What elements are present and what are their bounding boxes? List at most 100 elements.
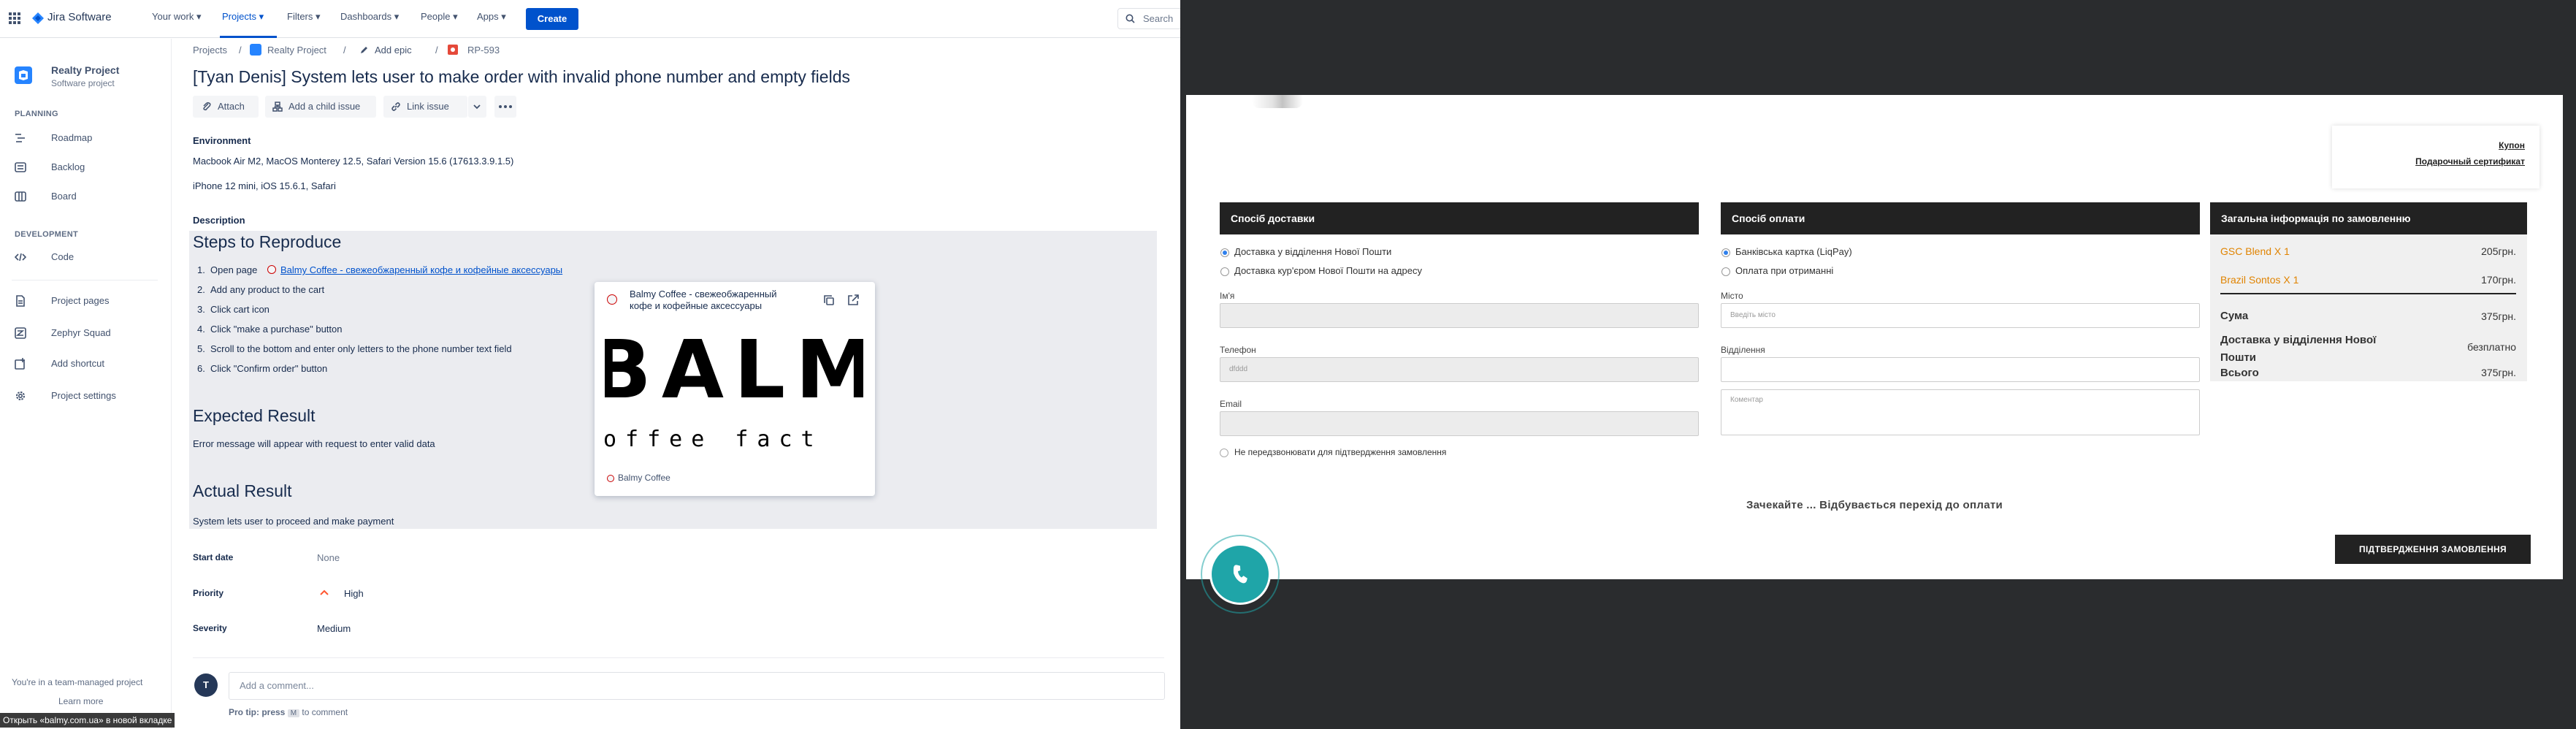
city-label: Місто: [1721, 291, 1743, 301]
environment-label: Environment: [193, 135, 251, 146]
no-call-label[interactable]: Не передзвонювати для підтвердження замо…: [1234, 447, 1446, 457]
team-managed-note: You're in a team-managed project: [12, 677, 143, 687]
step-4: Click "make a purchase" button: [210, 324, 343, 335]
link-preview-card[interactable]: Balmy Coffee - свежеобжаренный кофе и ко…: [595, 282, 875, 496]
project-name[interactable]: Realty Project: [51, 64, 119, 76]
coupon-link[interactable]: Купон: [2499, 140, 2525, 150]
nav-projects[interactable]: Projects ▾: [222, 11, 264, 23]
email-label: Email: [1220, 399, 1242, 409]
step-number: 5.: [197, 343, 205, 354]
phone-icon: [1233, 565, 1247, 584]
preview-image: BALM offee fact: [605, 315, 863, 461]
delivery-option-branch-label[interactable]: Доставка у відділення Нової Пошти: [1234, 246, 1391, 257]
site-favicon-icon: [607, 475, 614, 482]
no-call-checkbox[interactable]: [1220, 449, 1228, 457]
copy-icon[interactable]: [823, 294, 835, 306]
add-epic-link[interactable]: Add epic: [375, 45, 412, 56]
gear-icon: [16, 392, 25, 400]
nav-filters[interactable]: Filters ▾: [287, 11, 321, 23]
chevron-down-icon: [473, 104, 481, 110]
nav-apps[interactable]: Apps ▾: [477, 11, 506, 23]
gift-certificate-link[interactable]: Подарочный сертификат: [2415, 156, 2525, 167]
total-value: 375грн.: [2481, 367, 2516, 378]
city-field[interactable]: Введіть місто: [1721, 303, 2200, 328]
issue-key[interactable]: RP-593: [467, 45, 500, 56]
sidebar-item-code[interactable]: Code: [0, 247, 171, 267]
sidebar-item-backlog[interactable]: Backlog: [0, 157, 171, 178]
step-3: Click cart icon: [210, 304, 270, 315]
issue-title[interactable]: [Tyan Denis] System lets user to make or…: [193, 67, 850, 87]
balmy-coffee-link[interactable]: Balmy Coffee - свежеобжаренный кофе и ко…: [280, 264, 562, 275]
nav-your-work[interactable]: Your work ▾: [152, 11, 201, 23]
sidebar-item-board[interactable]: Board: [0, 186, 171, 207]
jira-logo[interactable]: Jira Software: [32, 11, 134, 27]
name-field[interactable]: [1220, 303, 1699, 328]
delivery-option-courier-label[interactable]: Доставка кур'єром Нової Пошти на адресу: [1234, 265, 1422, 276]
comment-input[interactable]: Add a comment...: [229, 672, 1165, 700]
confirm-order-button[interactable]: ПІДТВЕРДЖЕННЯ ЗАМОВЛЕННЯ: [2335, 535, 2531, 564]
create-button[interactable]: Create: [526, 8, 578, 30]
priority-value[interactable]: High: [344, 588, 364, 599]
phone-field[interactable]: dfddd: [1220, 357, 1699, 382]
sidebar-item-project-pages[interactable]: Project pages: [0, 291, 171, 311]
more-actions-button[interactable]: [494, 96, 516, 118]
severity-value[interactable]: Medium: [317, 623, 351, 634]
open-external-icon[interactable]: [846, 294, 860, 307]
blurred-logo: [1252, 95, 1303, 108]
start-date-label: Start date: [193, 552, 234, 562]
nav-people[interactable]: People ▾: [421, 11, 458, 23]
step-1: Open page: [210, 264, 258, 275]
summary-section-header: Загальна інформація по замовленню: [2210, 202, 2527, 234]
delivery-option-courier-radio[interactable]: [1220, 267, 1229, 276]
payment-option-cod-radio[interactable]: [1721, 267, 1730, 276]
branch-field[interactable]: [1721, 357, 2200, 382]
sidebar-item-zephyr-squad[interactable]: Zephyr Squad: [0, 323, 171, 343]
pages-icon: [16, 295, 25, 307]
link-issue-button[interactable]: Link issue: [383, 96, 467, 118]
sidebar-item-add-shortcut[interactable]: Add shortcut: [0, 354, 171, 374]
summary-item-2[interactable]: Brazil Sontos X 1: [2220, 274, 2298, 286]
actual-heading: Actual Result: [193, 481, 292, 500]
attach-button[interactable]: Attach: [193, 96, 259, 118]
summary-item-1[interactable]: GSC Blend X 1: [2220, 245, 2290, 257]
sum-value: 375грн.: [2481, 310, 2516, 322]
child-issue-icon: [272, 102, 283, 112]
project-avatar[interactable]: [15, 66, 32, 84]
add-shortcut-icon: [15, 358, 25, 370]
project-sidebar: Realty Project Software project PLANNING…: [0, 39, 172, 729]
order-summary: GSC Blend X 1 205грн. Brazil Sontos X 1 …: [2210, 234, 2527, 381]
name-label: Ім'я: [1220, 291, 1235, 301]
app-switcher-icon[interactable]: [9, 12, 20, 24]
callback-widget-button[interactable]: [1209, 543, 1271, 605]
start-date-value[interactable]: None: [317, 552, 340, 563]
avatar: T: [194, 673, 218, 697]
learn-more-link[interactable]: Learn more: [58, 696, 103, 706]
paperclip-icon: [203, 102, 211, 111]
summary-divider: [2220, 293, 2516, 294]
search-input[interactable]: Search: [1117, 8, 1180, 29]
payment-option-card-label[interactable]: Банківська картка (LiqPay): [1735, 246, 1852, 257]
priority-high-icon: [320, 589, 329, 595]
nav-dashboards[interactable]: Dashboards ▾: [340, 11, 399, 23]
backlog-icon: [15, 162, 26, 172]
sidebar-item-roadmap[interactable]: Roadmap: [0, 128, 171, 148]
add-child-issue-button[interactable]: Add a child issue: [265, 96, 376, 118]
breadcrumb-project[interactable]: Realty Project: [267, 45, 326, 56]
status-url-tooltip: Открыть «balmy.com.ua» в новой вкладке: [0, 713, 175, 728]
jira-logo-icon: [32, 12, 44, 24]
breadcrumb-separator: /: [239, 45, 242, 56]
payment-option-cod-label[interactable]: Оплата при отриманні: [1735, 265, 1833, 276]
breadcrumb-projects[interactable]: Projects: [193, 45, 227, 56]
environment-line-2: iPhone 12 mini, iOS 15.6.1, Safari: [193, 180, 336, 191]
email-field[interactable]: [1220, 411, 1699, 436]
link-issue-dropdown[interactable]: [468, 96, 486, 118]
environment-line-1: Macbook Air M2, MacOS Monterey 12.5, Saf…: [193, 156, 514, 167]
delivery-option-branch-radio[interactable]: [1220, 248, 1229, 257]
branch-label: Відділення: [1721, 345, 1765, 355]
sidebar-item-project-settings[interactable]: Project settings: [0, 386, 171, 406]
project-type: Software project: [51, 78, 115, 88]
comment-field[interactable]: Коментар: [1721, 389, 2200, 435]
summary-item-2-price: 170грн.: [2481, 274, 2516, 286]
payment-option-card-radio[interactable]: [1721, 248, 1730, 257]
checkout-page: Купон Подарочный сертификат Спосіб доста…: [1186, 95, 2563, 579]
